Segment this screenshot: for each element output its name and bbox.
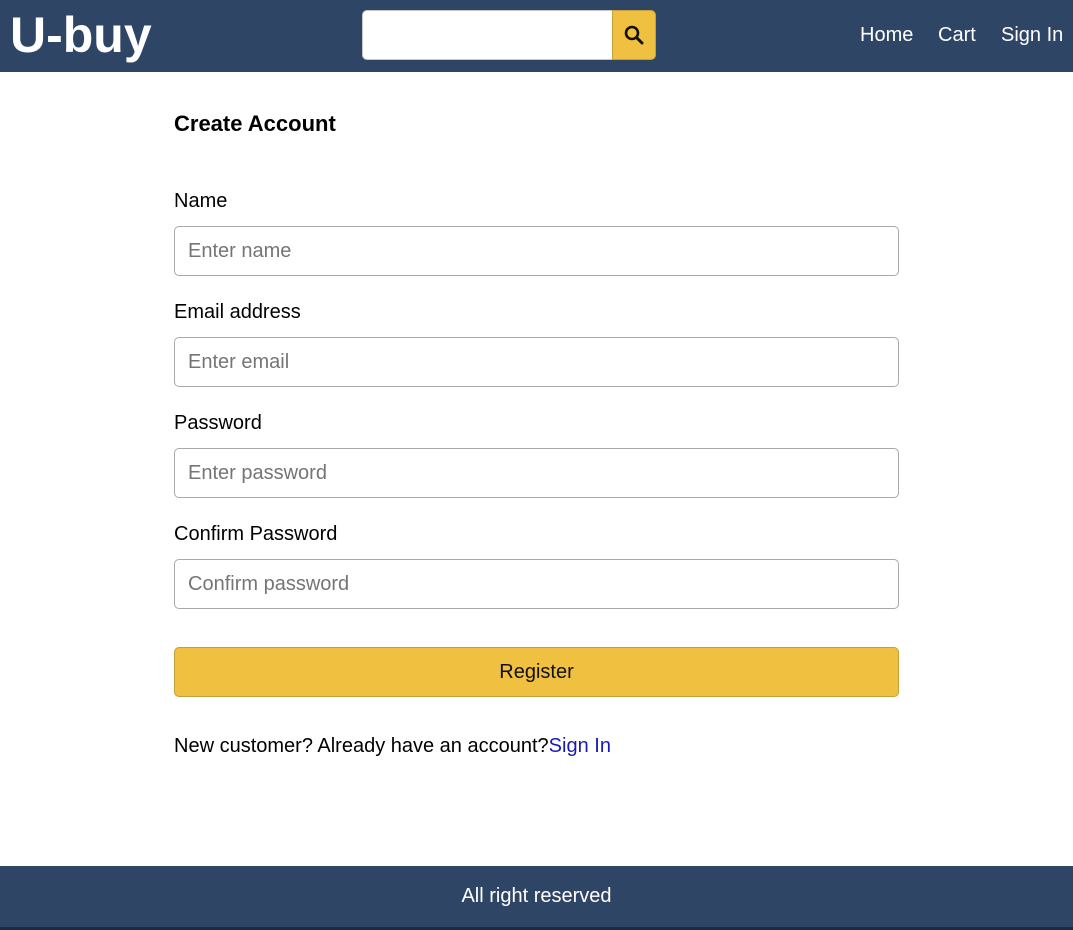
- register-button[interactable]: Register: [174, 647, 899, 697]
- search-button[interactable]: [612, 10, 656, 60]
- name-label: Name: [174, 190, 228, 212]
- confirm-password-label: Confirm Password: [174, 523, 338, 545]
- signin-prompt-text: New customer? Already have an account?: [174, 735, 549, 757]
- search-box: [362, 10, 656, 60]
- password-field[interactable]: [174, 448, 899, 498]
- nav-cart-link[interactable]: Cart: [938, 23, 976, 47]
- password-label: Password: [174, 412, 262, 434]
- page-title: Create Account: [174, 111, 336, 136]
- name-field[interactable]: [174, 226, 899, 276]
- email-label: Email address: [174, 301, 301, 323]
- search-input[interactable]: [362, 10, 612, 60]
- nav-sign-in-link[interactable]: Sign In: [1001, 23, 1063, 47]
- footer-text: All right reserved: [461, 884, 612, 907]
- signin-prompt: New customer? Already have an account?Si…: [174, 734, 611, 758]
- top-navbar: U-buy Home Cart Sign In: [0, 0, 1073, 72]
- email-field[interactable]: [174, 337, 899, 387]
- footer: All right reserved: [0, 866, 1073, 930]
- nav-home-link[interactable]: Home: [860, 23, 913, 47]
- brand-logo[interactable]: U-buy: [10, 6, 152, 64]
- page: U-buy Home Cart Sign In Create Account N…: [0, 0, 1073, 930]
- sign-in-link[interactable]: Sign In: [549, 735, 611, 757]
- confirm-password-field[interactable]: [174, 559, 899, 609]
- search-icon: [624, 25, 644, 45]
